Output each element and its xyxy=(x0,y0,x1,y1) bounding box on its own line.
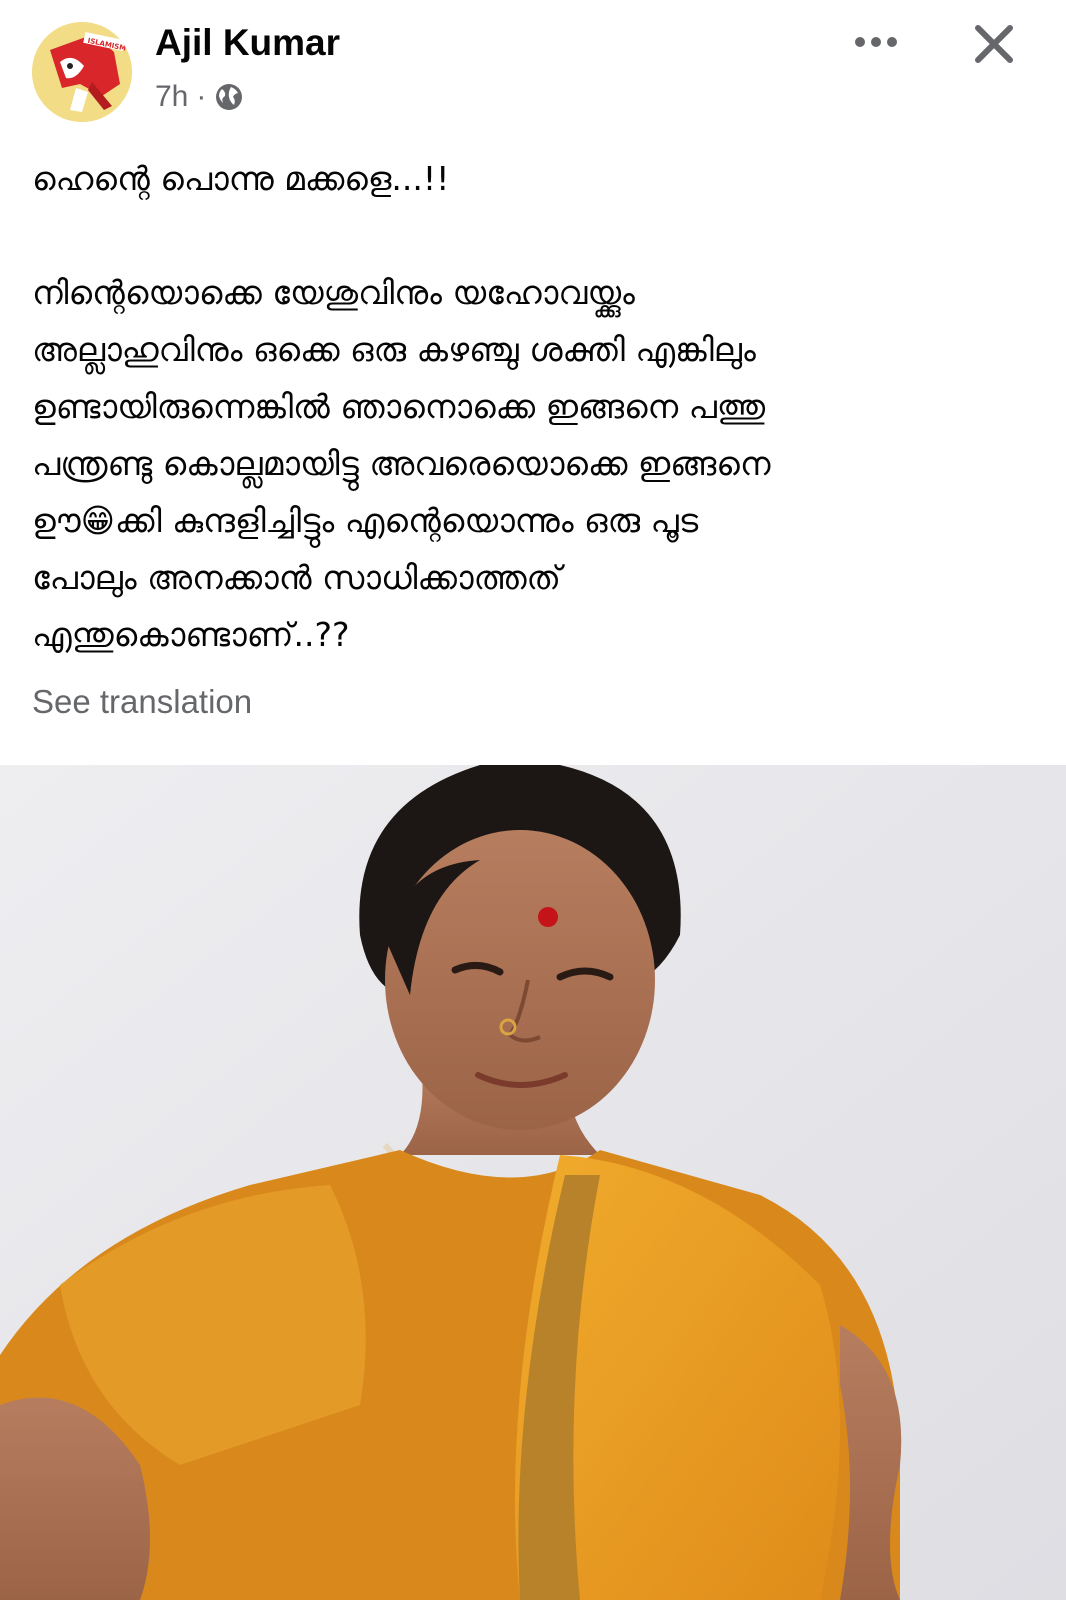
globe-icon[interactable] xyxy=(214,82,244,112)
post-text-line: നിന്റെയൊക്കെ യേശുവിനും യഹോവയ്ക്കും xyxy=(32,273,635,312)
more-options-button[interactable] xyxy=(848,20,904,64)
woman-in-saree-photo xyxy=(0,765,1066,1600)
author-avatar[interactable]: ISLAMISM xyxy=(32,22,132,122)
post-body: ഹെന്റെ പൊന്നു മക്കളെ...!! നിന്റെയൊക്കെ യ… xyxy=(32,150,1032,663)
post-timestamp[interactable]: 7h xyxy=(155,80,188,114)
close-icon xyxy=(975,25,1013,63)
avatar-image: ISLAMISM xyxy=(32,22,132,122)
close-button[interactable] xyxy=(966,16,1022,72)
post-text-line: പോലും അനക്കാൻ സാധിക്കാത്തത് xyxy=(32,558,561,597)
see-translation-link[interactable]: See translation xyxy=(32,683,252,721)
post-text-line: അല്ലാഹുവിനും ഒക്കെ ഒരു കഴഞ്ചു ശക്തി എങ്ക… xyxy=(32,330,756,369)
post-text-line: എന്തുകൊണ്ടാണ്..?? xyxy=(32,615,350,654)
post-photo[interactable] xyxy=(0,765,1066,1600)
more-options-icon xyxy=(855,37,897,47)
post-meta: 7h · xyxy=(155,80,244,114)
post-text-line: ഊ😁ക്കി കുന്ദളിച്ചിട്ടും എന്റെയൊന്നും ഒരു… xyxy=(32,501,699,540)
author-name[interactable]: Ajil Kumar xyxy=(155,22,340,64)
post-header: ISLAMISM Ajil Kumar 7h · xyxy=(0,0,1066,140)
post-text-line: ഉണ്ടായിരുന്നെങ്കിൽ ഞാനൊക്കെ ഇങ്ങനെ പത്തു xyxy=(32,387,766,426)
post-text-line: പന്ത്രണ്ടു കൊല്ലമായിട്ടു അവരെയൊക്കെ ഇങ്ങ… xyxy=(32,444,771,483)
meta-separator: · xyxy=(196,80,207,113)
post-text-line: ഹെന്റെ പൊന്നു മക്കളെ...!! xyxy=(32,159,450,198)
